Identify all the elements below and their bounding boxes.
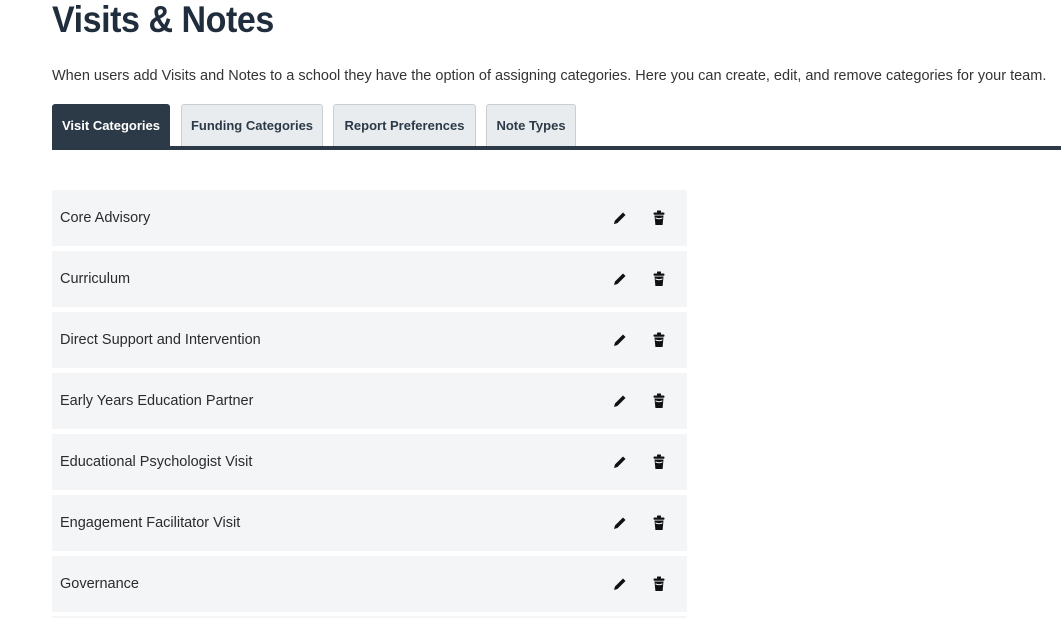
edit-category-button[interactable] xyxy=(611,575,629,593)
edit-category-button[interactable] xyxy=(611,331,629,349)
trash-icon xyxy=(653,454,665,469)
pencil-icon xyxy=(614,334,626,346)
trash-icon xyxy=(653,393,665,408)
category-label: Educational Psychologist Visit xyxy=(60,454,253,470)
delete-category-button[interactable] xyxy=(650,453,668,471)
category-label: Governance xyxy=(60,576,139,592)
delete-category-button[interactable] xyxy=(650,331,668,349)
pencil-icon xyxy=(614,456,626,468)
page-description: When users add Visits and Notes to a sch… xyxy=(52,68,1047,84)
category-label: Early Years Education Partner xyxy=(60,393,254,409)
trash-icon xyxy=(653,576,665,591)
category-tabs: Visit Categories Funding Categories Repo… xyxy=(52,104,1061,146)
category-row: Engagement Facilitator Visit xyxy=(52,495,687,551)
pencil-icon xyxy=(614,212,626,224)
tab-note-types[interactable]: Note Types xyxy=(486,104,576,146)
category-label: Direct Support and Intervention xyxy=(60,332,261,348)
pencil-icon xyxy=(614,273,626,285)
tab-underline xyxy=(52,146,1061,150)
delete-category-button[interactable] xyxy=(650,392,668,410)
category-row: Core Advisory xyxy=(52,190,687,246)
category-row: Curriculum xyxy=(52,251,687,307)
category-label: Engagement Facilitator Visit xyxy=(60,515,241,531)
pencil-icon xyxy=(614,517,626,529)
delete-category-button[interactable] xyxy=(650,209,668,227)
edit-category-button[interactable] xyxy=(611,270,629,288)
tab-funding-categories[interactable]: Funding Categories xyxy=(181,104,323,146)
delete-category-button[interactable] xyxy=(650,270,668,288)
delete-category-button[interactable] xyxy=(650,575,668,593)
trash-icon xyxy=(653,271,665,286)
pencil-icon xyxy=(614,578,626,590)
tab-report-preferences[interactable]: Report Preferences xyxy=(333,104,476,146)
trash-icon xyxy=(653,515,665,530)
edit-category-button[interactable] xyxy=(611,453,629,471)
category-row: Direct Support and Intervention xyxy=(52,312,687,368)
page-title: Visits & Notes xyxy=(52,0,274,40)
category-row: Educational Psychologist Visit xyxy=(52,434,687,490)
category-row: Early Years Education Partner xyxy=(52,373,687,429)
delete-category-button[interactable] xyxy=(650,514,668,532)
category-row: Governance xyxy=(52,556,687,612)
category-label: Core Advisory xyxy=(60,210,151,226)
trash-icon xyxy=(653,332,665,347)
pencil-icon xyxy=(614,395,626,407)
edit-category-button[interactable] xyxy=(611,514,629,532)
edit-category-button[interactable] xyxy=(611,209,629,227)
tab-visit-categories[interactable]: Visit Categories xyxy=(52,104,170,146)
trash-icon xyxy=(653,210,665,225)
edit-category-button[interactable] xyxy=(611,392,629,410)
category-list: Core Advisory Curriculum Direct Support … xyxy=(52,190,687,617)
category-label: Curriculum xyxy=(60,271,131,287)
